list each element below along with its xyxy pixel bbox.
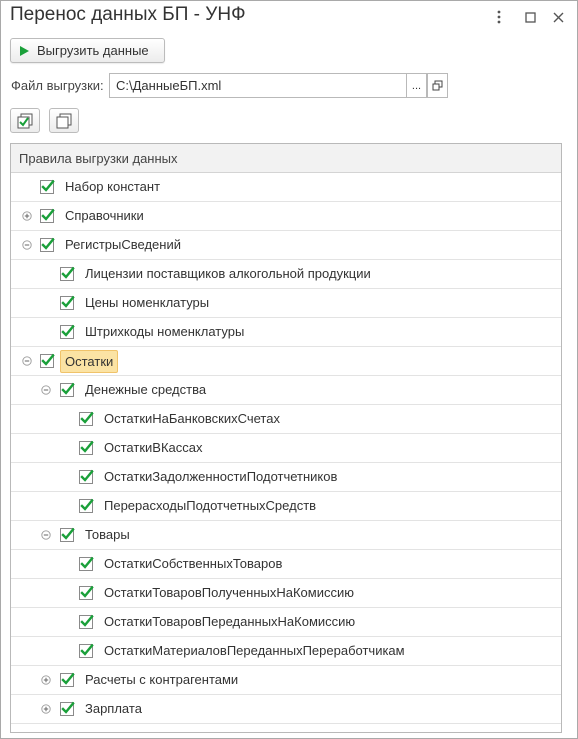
row-label: ОстаткиТоваровПереданныхНаКомиссию — [104, 614, 356, 629]
tree-row[interactable]: ОстаткиВКассах — [11, 434, 561, 463]
maximize-icon — [524, 11, 536, 23]
open-window-icon — [432, 80, 443, 91]
row-checkbox[interactable] — [78, 469, 94, 485]
row-label: Набор констант — [65, 179, 161, 194]
export-data-window: Перенос данных БП - УНФ Выгрузить данные… — [0, 0, 578, 739]
check-all-icon — [17, 113, 33, 128]
row-label: ОстаткиМатериаловПереданныхПереработчика… — [104, 643, 405, 658]
tree-row[interactable]: ОстаткиТоваровПолученныхНаКомиссию — [11, 579, 561, 608]
row-checkbox[interactable] — [59, 382, 75, 398]
title-bar: Перенос данных БП - УНФ — [1, 1, 577, 33]
file-label: Файл выгрузки: — [11, 78, 104, 93]
row-label: Штрихкоды номенклатуры — [85, 324, 245, 339]
row-checkbox[interactable] — [39, 179, 55, 195]
tree-row[interactable]: ОстаткиЗадолженностиПодотчетников — [11, 463, 561, 492]
tree-row[interactable]: ОстаткиНаБанковскихСчетах — [11, 405, 561, 434]
tree-row[interactable]: ПерерасходыПодотчетныхСредств — [11, 492, 561, 521]
collapse-icon[interactable] — [41, 385, 51, 395]
row-checkbox[interactable] — [59, 295, 75, 311]
more-menu-button[interactable] — [489, 8, 509, 26]
row-label: Справочники — [65, 208, 144, 223]
row-label: ОстаткиЗадолженностиПодотчетников — [104, 469, 338, 484]
export-data-label: Выгрузить данные — [37, 43, 149, 58]
uncheck-all-button[interactable] — [49, 108, 79, 133]
row-checkbox[interactable] — [59, 266, 75, 282]
more-vertical-icon — [497, 10, 501, 24]
window-title: Перенос данных БП - УНФ — [10, 4, 246, 25]
tree-row[interactable]: Справочники — [11, 202, 561, 231]
row-checkbox[interactable] — [39, 353, 55, 369]
row-checkbox[interactable] — [78, 498, 94, 514]
row-checkbox[interactable] — [78, 585, 94, 601]
row-label: Товары — [85, 527, 130, 542]
row-label: Остатки — [60, 350, 119, 373]
close-button[interactable] — [548, 8, 568, 26]
export-rules-tree: Правила выгрузки данных Набор констант Сп… — [10, 143, 562, 733]
tree-row[interactable]: Лицензии поставщиков алкогольной продукц… — [11, 260, 561, 289]
row-label: ОстаткиСобственныхТоваров — [104, 556, 283, 571]
tree-row[interactable]: Товары — [11, 521, 561, 550]
check-all-button[interactable] — [10, 108, 40, 133]
play-icon — [20, 45, 29, 56]
tree-rows: Набор констант Справочники РегистрыСведени… — [11, 173, 561, 724]
tree-row[interactable]: Остатки — [11, 347, 561, 376]
row-label: ОстаткиНаБанковскихСчетах — [104, 411, 280, 426]
export-data-button[interactable]: Выгрузить данные — [10, 38, 165, 63]
row-label: Цены номенклатуры — [85, 295, 210, 310]
uncheck-all-icon — [56, 113, 72, 128]
tree-row[interactable]: РегистрыСведений — [11, 231, 561, 260]
expand-icon[interactable] — [41, 675, 51, 685]
choose-file-label: ... — [411, 79, 422, 92]
expand-icon[interactable] — [41, 704, 51, 714]
row-checkbox[interactable] — [59, 527, 75, 543]
tree-header: Правила выгрузки данных — [11, 144, 561, 173]
row-label: ОстаткиТоваровПолученныхНаКомиссию — [104, 585, 354, 600]
row-label: РегистрыСведений — [65, 237, 181, 252]
collapse-icon[interactable] — [22, 356, 32, 366]
tree-row[interactable]: Набор констант — [11, 173, 561, 202]
row-checkbox[interactable] — [78, 643, 94, 659]
row-label: ОстаткиВКассах — [104, 440, 203, 455]
tree-row[interactable]: ОстаткиСобственныхТоваров — [11, 550, 561, 579]
tree-row[interactable]: ОстаткиМатериаловПереданныхПереработчика… — [11, 637, 561, 666]
expand-icon[interactable] — [22, 211, 32, 221]
collapse-icon[interactable] — [22, 240, 32, 250]
tree-row[interactable]: Расчеты с контрагентами — [11, 666, 561, 695]
row-checkbox[interactable] — [78, 556, 94, 572]
close-icon — [553, 12, 563, 22]
choose-file-button[interactable]: ... — [406, 73, 427, 98]
row-checkbox[interactable] — [39, 237, 55, 253]
row-label: Зарплата — [85, 701, 142, 716]
tree-row[interactable]: Зарплата — [11, 695, 561, 724]
row-checkbox[interactable] — [59, 672, 75, 688]
row-checkbox[interactable] — [78, 440, 94, 456]
row-label: Расчеты с контрагентами — [85, 672, 239, 687]
row-checkbox[interactable] — [78, 411, 94, 427]
collapse-icon[interactable] — [41, 530, 51, 540]
tree-row[interactable]: Денежные средства — [11, 376, 561, 405]
tree-row[interactable]: Цены номенклатуры — [11, 289, 561, 318]
row-label: ПерерасходыПодотчетныхСредств — [104, 498, 317, 513]
tree-row[interactable]: ОстаткиТоваровПереданныхНаКомиссию — [11, 608, 561, 637]
row-checkbox[interactable] — [39, 208, 55, 224]
tree-row[interactable]: Штрихкоды номенклатуры — [11, 318, 561, 347]
open-file-button[interactable] — [427, 73, 448, 98]
row-label: Лицензии поставщиков алкогольной продукц… — [85, 266, 371, 281]
maximize-button[interactable] — [520, 8, 540, 26]
file-path-input[interactable]: C:\ДанныеБП.xml — [109, 73, 406, 98]
row-checkbox[interactable] — [59, 324, 75, 340]
row-label: Денежные средства — [85, 382, 207, 397]
row-checkbox[interactable] — [78, 614, 94, 630]
row-checkbox[interactable] — [59, 701, 75, 717]
